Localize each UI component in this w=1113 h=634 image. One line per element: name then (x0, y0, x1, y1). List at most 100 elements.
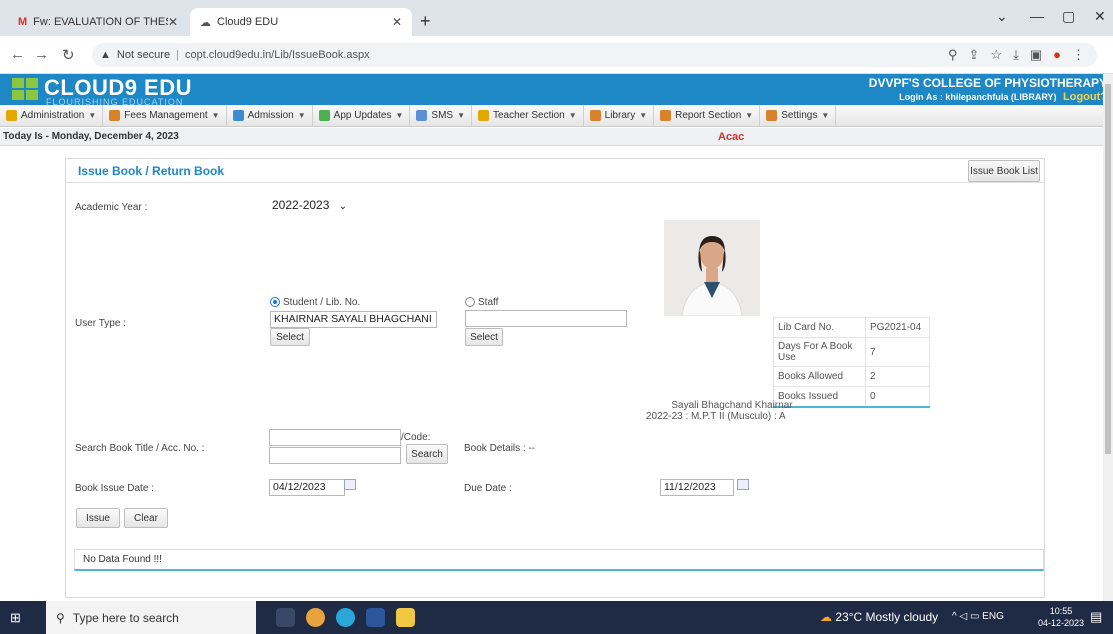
marquee-text: Acac (718, 131, 745, 143)
tab-gmail[interactable]: M Fw: EVALUATION OF THESIS SUB ✕ (8, 8, 188, 36)
tab-cloud9[interactable]: ☁ Cloud9 EDU ✕ (190, 8, 412, 36)
menu-app-updates[interactable]: App Updates ▼ (313, 105, 411, 126)
issue-book-panel: Issue Book / Return Book Issue Book List… (65, 158, 1045, 598)
maximize-icon[interactable]: ▢ (1062, 8, 1075, 25)
clock[interactable]: 10:55 04-12-2023 (1038, 605, 1084, 629)
not-secure-label: Not secure (116, 49, 171, 61)
url-text: copt.cloud9edu.in/Lib/IssueBook.aspx (184, 49, 370, 61)
academic-year-select[interactable]: 2022-2023 ⌄ (272, 198, 347, 212)
logo-icon (12, 78, 38, 100)
caret-icon: ▼ (297, 111, 306, 120)
menu-report-section[interactable]: Report Section ▼ (654, 105, 761, 126)
radio-selected-icon[interactable] (270, 297, 280, 308)
cloud-icon: ☁ (200, 16, 211, 29)
radio-unselected-icon[interactable] (465, 297, 475, 308)
zoom-icon[interactable]: ⚲ (948, 47, 958, 63)
login-label: Login As : khilepanchfula (LIBRARY) (899, 92, 1057, 102)
today-date: Today Is - Monday, December 4, 2023 (3, 131, 179, 142)
task-view-icon[interactable] (276, 608, 295, 627)
issue-book-list-button[interactable]: Issue Book List (968, 160, 1040, 182)
address-bar[interactable]: ▲ Not secure | copt.cloud9edu.in/Lib/Iss… (92, 43, 1097, 67)
chevron-down-icon: ⌄ (338, 201, 348, 212)
more-icon[interactable]: ⋮ (1072, 47, 1085, 63)
word-icon[interactable] (366, 608, 385, 627)
browser-tab-strip: M Fw: EVALUATION OF THESIS SUB ✕ ☁ Cloud… (0, 0, 1113, 36)
due-date-label: Due Date : (464, 483, 512, 494)
issue-date-input[interactable]: 04/12/2023 (269, 479, 345, 496)
page-scrollbar[interactable] (1103, 74, 1113, 601)
menu-fees-management[interactable]: Fees Management ▼ (103, 105, 227, 126)
student-name-field[interactable]: KHAIRNAR SAYALI BHAGCHANI (270, 311, 437, 328)
profile-icon[interactable]: ● (1053, 47, 1061, 63)
windows-taskbar: ⊞ ⚲ Type here to search ☁ 23°C Mostly cl… (0, 601, 1113, 634)
system-tray[interactable]: ^ ◁ ▭ ENG (952, 611, 1004, 622)
due-date-input[interactable]: 11/12/2023 (660, 479, 734, 496)
student-full-name: Sayali Bhagchand Khairnar (671, 400, 793, 411)
calendar-icon[interactable] (737, 479, 749, 490)
caret-icon: ▼ (821, 111, 830, 120)
select-staff-button[interactable]: Select (465, 328, 503, 346)
share-icon[interactable]: ⇪ (969, 47, 980, 63)
download-icon[interactable]: ⤓ (1013, 47, 1019, 63)
acc-no-input[interactable] (269, 447, 401, 464)
notification-icon[interactable]: ▤ (1090, 609, 1102, 625)
logout-link[interactable]: Logout? (1063, 91, 1107, 103)
app-header: CLOUD9 EDU FLOURISHING EDUCATION DVVPF'S… (0, 74, 1113, 107)
chevron-down-icon[interactable]: ⌄ (996, 8, 1008, 25)
minimize-icon[interactable]: — (1030, 8, 1044, 24)
forward-icon[interactable]: → (34, 46, 49, 63)
caret-icon: ▼ (457, 111, 465, 120)
academic-year-label: Academic Year : (75, 202, 148, 213)
menu-sms[interactable]: SMS ▼ (410, 105, 472, 126)
panel-header: Issue Book / Return Book Issue Book List (66, 159, 1044, 183)
caret-icon: ▼ (211, 111, 220, 120)
menu-teacher-section[interactable]: Teacher Section ▼ (472, 105, 584, 126)
college-name: DVVPF'S COLLEGE OF PHYSIOTHERAPY (868, 76, 1107, 90)
star-icon[interactable]: ☆ (990, 47, 1002, 63)
search-button[interactable]: Search (406, 444, 448, 464)
issue-button[interactable]: Issue (76, 508, 120, 528)
student-photo (664, 220, 760, 316)
issue-date-label: Book Issue Date : (75, 483, 154, 494)
new-tab-button[interactable]: + (420, 11, 431, 32)
book-icon (589, 110, 601, 121)
app-icon (318, 110, 330, 121)
clear-button[interactable]: Clear (124, 508, 168, 528)
book-title-input[interactable] (269, 429, 401, 446)
edge-icon[interactable] (336, 608, 355, 627)
staff-name-field[interactable] (465, 310, 627, 327)
scrollbar-thumb[interactable] (1105, 84, 1111, 454)
student-radio[interactable]: Student / Lib. No. (270, 297, 360, 308)
window-close-icon[interactable]: ✕ (1094, 8, 1106, 25)
close-icon[interactable]: ✕ (392, 15, 402, 29)
file-explorer-icon[interactable] (396, 608, 415, 627)
student-class: 2022-23 : M.P.T II (Musculo) : A (646, 411, 786, 422)
select-student-button[interactable]: Select (270, 328, 310, 346)
chrome-icon[interactable] (306, 608, 325, 627)
menu-library[interactable]: Library ▼ (584, 105, 655, 126)
back-icon[interactable]: ← (10, 46, 25, 63)
user-type-label: User Type : (75, 318, 126, 329)
taskbar-search[interactable]: ⚲ Type here to search (46, 601, 256, 634)
windows-start-icon[interactable]: ⊞ (10, 610, 21, 626)
library-card-info-table: Lib Card No. PG2021-04 Days For A Book Us… (773, 317, 930, 408)
calendar-icon[interactable] (344, 479, 356, 490)
login-info: Login As : khilepanchfula (LIBRARY) Logo… (899, 91, 1107, 103)
reload-icon[interactable]: ↻ (62, 46, 75, 64)
caret-icon: ▼ (745, 111, 754, 120)
menu-administration[interactable]: Administration ▼ (0, 105, 104, 126)
warning-icon: ▲ (100, 49, 111, 61)
staff-radio[interactable]: Staff (465, 297, 498, 308)
form-icon (232, 110, 244, 121)
weather-widget[interactable]: ☁ 23°C Mostly cloudy (820, 610, 938, 624)
person-icon (6, 110, 17, 121)
gmail-icon: M (18, 16, 28, 28)
search-icon: ⚲ (56, 610, 65, 625)
menu-settings[interactable]: Settings ▼ (760, 105, 837, 126)
caret-icon: ▼ (568, 111, 577, 120)
close-icon[interactable]: ✕ (168, 15, 178, 29)
ledger-icon (109, 110, 121, 121)
menu-admission[interactable]: Admission ▼ (227, 105, 313, 126)
no-data-message: No Data Found !!! (74, 549, 1044, 571)
sidepanel-icon[interactable]: ▣ (1030, 47, 1042, 63)
